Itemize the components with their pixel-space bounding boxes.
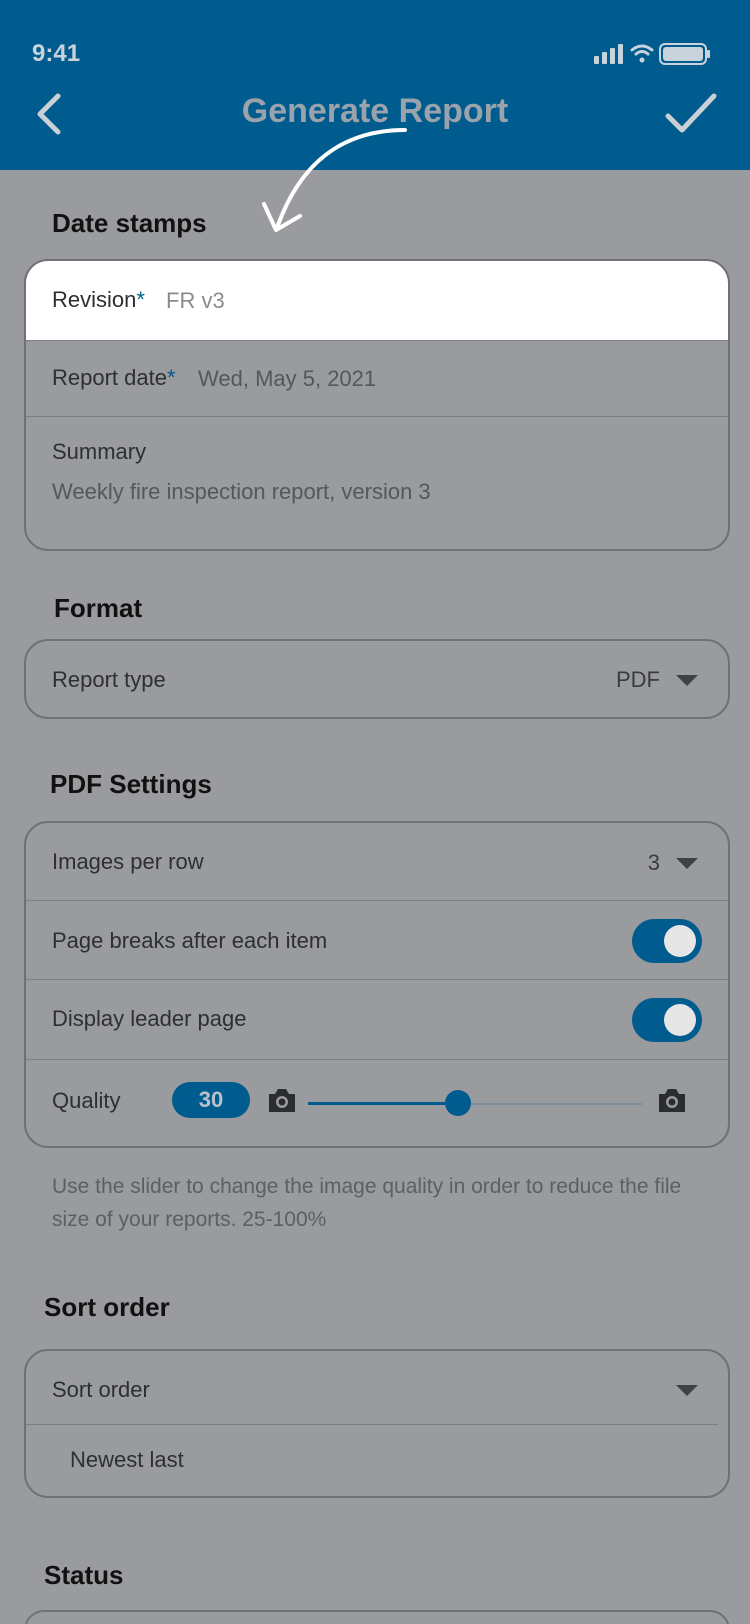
camera-icon xyxy=(659,1089,685,1112)
caret-down-icon[interactable] xyxy=(676,858,698,869)
quality-slider[interactable] xyxy=(308,1090,642,1116)
camera-icon xyxy=(269,1089,295,1112)
images-per-row-label: Images per row xyxy=(52,849,204,874)
page-breaks-toggle[interactable] xyxy=(632,919,702,963)
sort-order-card: Sort order Newest last xyxy=(24,1349,730,1498)
section-title-format: Format xyxy=(54,593,143,623)
status-card xyxy=(24,1610,730,1624)
wifi-icon xyxy=(630,44,654,63)
quality-help-text: Use the slider to change the image quali… xyxy=(52,1175,682,1231)
report-type-row[interactable]: Report type PDF xyxy=(26,641,728,717)
status-icons xyxy=(594,43,710,65)
section-title-sort-order: Sort order xyxy=(44,1292,170,1322)
sort-order-label: Sort order xyxy=(52,1377,150,1402)
toggle-knob xyxy=(664,1004,696,1036)
section-title-pdf-settings: PDF Settings xyxy=(50,769,212,799)
quality-value-badge: 30 xyxy=(172,1082,250,1118)
report-type-label: Report type xyxy=(52,667,166,692)
leader-page-label: Display leader page xyxy=(52,1006,247,1031)
report-type-value[interactable]: PDF xyxy=(616,667,660,693)
screen: 9:41 Generate Report Date stamps Revisio… xyxy=(0,0,750,1624)
revision-label: Revision* xyxy=(52,287,145,312)
date-stamps-card: Revision* FR v3 Report date* Wed, May 5,… xyxy=(24,259,730,551)
caret-down-icon[interactable] xyxy=(676,675,698,686)
summary-row[interactable]: Summary Weekly fire inspection report, v… xyxy=(26,417,728,549)
summary-value[interactable]: Weekly fire inspection report, version 3 xyxy=(52,479,431,505)
leader-page-toggle[interactable] xyxy=(632,998,702,1042)
sort-selected-value[interactable]: Newest last xyxy=(70,1447,184,1473)
summary-label: Summary xyxy=(52,439,147,464)
checkmark-icon[interactable] xyxy=(664,92,718,136)
page-breaks-label: Page breaks after each item xyxy=(52,928,328,953)
report-date-label: Report date* xyxy=(52,365,176,390)
slider-thumb[interactable] xyxy=(445,1090,471,1116)
section-title-date-stamps: Date stamps xyxy=(52,208,207,238)
format-card: Report type PDF xyxy=(24,639,730,719)
pdf-settings-card: Images per row 3 Page breaks after each … xyxy=(24,821,730,1148)
toggle-knob xyxy=(664,925,696,957)
images-per-row-value[interactable]: 3 xyxy=(648,850,660,876)
battery-icon xyxy=(659,43,710,65)
slider-fill xyxy=(308,1102,458,1105)
leader-page-row: Display leader page xyxy=(26,980,728,1060)
caret-down-icon[interactable] xyxy=(676,1385,698,1396)
annotation-arrow-icon xyxy=(262,128,407,232)
quality-row: Quality 30 xyxy=(26,1060,728,1146)
status-time: 9:41 xyxy=(32,40,81,67)
page-breaks-row: Page breaks after each item xyxy=(26,901,728,980)
signal-icon xyxy=(594,44,623,64)
quality-label: Quality xyxy=(52,1088,121,1113)
section-title-status: Status xyxy=(44,1560,124,1590)
images-per-row-row[interactable]: Images per row 3 xyxy=(26,823,728,901)
revision-row[interactable]: Revision* FR v3 xyxy=(26,261,728,341)
sort-order-row[interactable]: Sort order xyxy=(26,1351,718,1425)
revision-input[interactable]: FR v3 xyxy=(166,288,225,314)
report-date-value[interactable]: Wed, May 5, 2021 xyxy=(198,366,376,392)
report-date-row[interactable]: Report date* Wed, May 5, 2021 xyxy=(26,341,728,417)
sort-option-row[interactable]: Newest last xyxy=(26,1425,728,1495)
